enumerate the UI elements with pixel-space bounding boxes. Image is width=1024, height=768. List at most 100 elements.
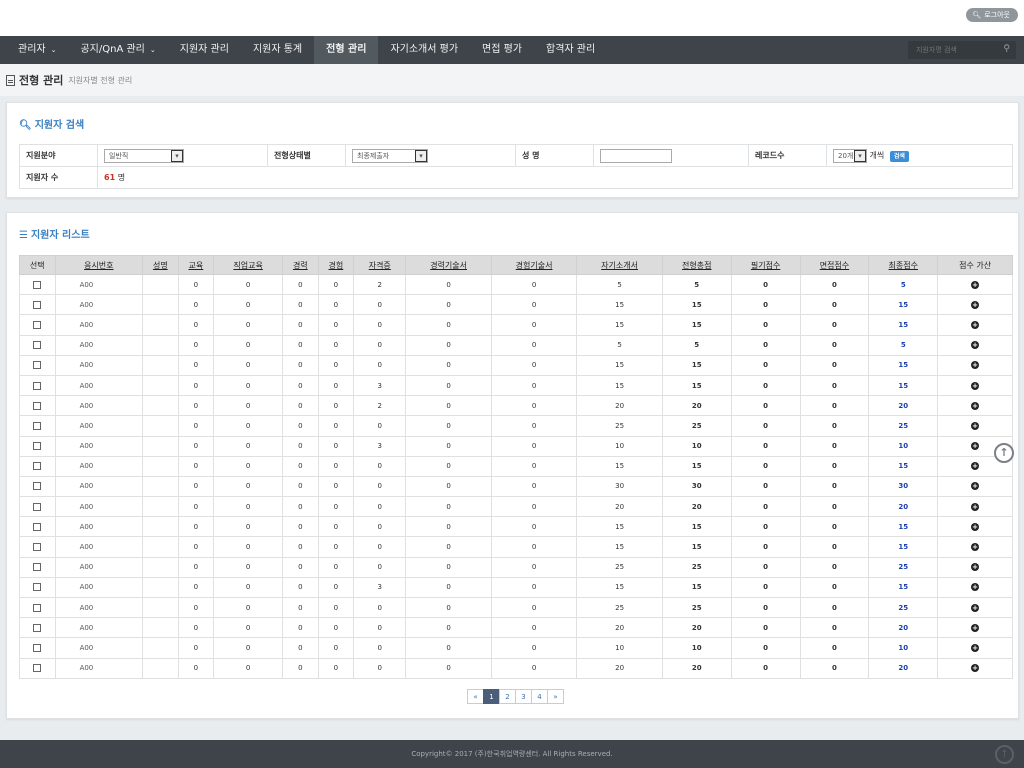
column-header[interactable]: 경력 — [282, 255, 319, 275]
applicant-name[interactable] — [142, 596, 179, 619]
score-written: 0 — [730, 374, 801, 397]
scroll-top-icon[interactable]: ↑ — [995, 745, 1014, 764]
column-header[interactable]: 자격증 — [353, 255, 407, 275]
page-button[interactable]: 2 — [499, 689, 516, 704]
name-input[interactable] — [600, 148, 672, 163]
row-checkbox[interactable] — [33, 563, 42, 572]
nav-item-7[interactable]: 합격자 관리 — [534, 36, 607, 64]
column-header[interactable]: 자기소개서 — [576, 255, 663, 275]
applicant-name[interactable] — [142, 395, 179, 417]
row-checkbox[interactable] — [33, 522, 42, 531]
column-header[interactable]: 면접점수 — [799, 255, 870, 275]
plus-circle-icon[interactable]: + — [971, 462, 980, 471]
applicant-name[interactable] — [142, 294, 179, 316]
row-checkbox[interactable] — [33, 280, 42, 289]
applicant-name[interactable] — [142, 496, 179, 518]
row-checkbox[interactable] — [33, 401, 42, 410]
plus-circle-icon[interactable]: + — [971, 381, 980, 390]
column-header[interactable]: 최종점수 — [868, 255, 939, 275]
applicant-name[interactable] — [142, 556, 179, 578]
column-header[interactable]: 교육 — [177, 255, 215, 275]
applicant-name[interactable] — [142, 516, 179, 538]
search-button[interactable]: 검색 — [889, 150, 909, 162]
row-checkbox[interactable] — [33, 603, 42, 612]
applicant-name[interactable] — [142, 455, 179, 477]
applicant-name[interactable] — [142, 637, 179, 659]
page-button[interactable]: 1 — [483, 689, 500, 704]
plus-circle-icon[interactable]: + — [971, 603, 980, 612]
field-select[interactable]: 일반직 ▾ — [104, 148, 184, 163]
plus-circle-icon[interactable]: + — [971, 280, 980, 289]
page-button[interactable]: » — [547, 689, 564, 704]
row-checkbox[interactable] — [33, 502, 42, 511]
row-checkbox[interactable] — [33, 381, 42, 390]
column-header[interactable]: 경험 — [317, 255, 355, 275]
search-input[interactable] — [908, 41, 1016, 59]
applicant-name[interactable] — [142, 374, 179, 397]
applicant-name[interactable] — [142, 475, 179, 498]
plus-circle-icon[interactable]: + — [971, 442, 980, 451]
applicant-name[interactable] — [142, 536, 179, 558]
row-checkbox[interactable] — [33, 320, 42, 329]
plus-circle-icon[interactable]: + — [971, 482, 980, 491]
scroll-top-icon[interactable]: ↑ — [994, 443, 1014, 463]
applicant-name[interactable] — [142, 617, 179, 639]
records-select[interactable]: 20개 ▾ — [833, 148, 867, 163]
column-header[interactable]: 경력기술서 — [405, 255, 492, 275]
plus-circle-icon[interactable]: + — [971, 341, 980, 350]
plus-circle-icon[interactable]: + — [971, 502, 980, 511]
nav-item-1[interactable]: 공지/QnA 관리 ⌄ — [68, 36, 167, 64]
page-button[interactable]: 4 — [531, 689, 548, 704]
row-checkbox[interactable] — [33, 643, 42, 652]
applicant-name[interactable] — [142, 334, 179, 356]
column-header[interactable]: 전형총점 — [661, 255, 732, 275]
table-row: A00 0 0 0 0 0 0 0 30 30 0 0 30 + — [19, 475, 1013, 498]
applicant-name[interactable] — [142, 657, 179, 679]
nav-item-2[interactable]: 지원자 관리 — [168, 36, 241, 64]
applicant-name[interactable] — [142, 354, 179, 376]
row-checkbox[interactable] — [33, 341, 42, 350]
plus-circle-icon[interactable]: + — [971, 522, 980, 531]
nav-item-6[interactable]: 면접 평가 — [470, 36, 534, 64]
column-header[interactable]: 경험기술서 — [490, 255, 578, 275]
plus-circle-icon[interactable]: + — [971, 300, 980, 309]
applicant-name[interactable] — [142, 314, 179, 336]
page-button[interactable]: 3 — [515, 689, 532, 704]
plus-circle-icon[interactable]: + — [971, 421, 980, 430]
status-select[interactable]: 최종제출자 ▾ — [352, 148, 428, 163]
page-button[interactable]: « — [467, 689, 484, 704]
plus-circle-icon[interactable]: + — [971, 543, 980, 552]
row-checkbox[interactable] — [33, 482, 42, 491]
row-checkbox[interactable] — [33, 583, 42, 592]
plus-circle-icon[interactable]: + — [971, 361, 980, 370]
applicant-name[interactable] — [142, 415, 179, 437]
applicant-name[interactable] — [142, 273, 179, 296]
plus-circle-icon[interactable]: + — [971, 623, 980, 632]
search-icon[interactable]: ⚲ — [1003, 44, 1010, 54]
nav-item-0[interactable]: 관리자 ⌄ — [6, 36, 68, 64]
applicant-name[interactable] — [142, 576, 179, 599]
column-header[interactable]: 성명 — [142, 255, 179, 275]
row-checkbox[interactable] — [33, 664, 42, 673]
logout-button[interactable]: 🔍︎ 로그아웃 — [966, 8, 1018, 22]
nav-item-3[interactable]: 지원자 통계 — [241, 36, 314, 64]
nav-item-4[interactable]: 전형 관리 — [314, 36, 379, 64]
row-checkbox[interactable] — [33, 543, 42, 552]
nav-item-5[interactable]: 자기소개서 평가 — [378, 36, 470, 64]
plus-circle-icon[interactable]: + — [971, 320, 980, 329]
row-checkbox[interactable] — [33, 442, 42, 451]
row-checkbox[interactable] — [33, 361, 42, 370]
applicant-name[interactable] — [142, 435, 179, 457]
column-header[interactable]: 직업교육 — [213, 255, 284, 275]
plus-circle-icon[interactable]: + — [971, 563, 980, 572]
row-checkbox[interactable] — [33, 462, 42, 471]
plus-circle-icon[interactable]: + — [971, 583, 980, 592]
plus-circle-icon[interactable]: + — [971, 664, 980, 673]
column-header[interactable]: 필기점수 — [730, 255, 801, 275]
row-checkbox[interactable] — [33, 623, 42, 632]
row-checkbox[interactable] — [33, 421, 42, 430]
plus-circle-icon[interactable]: + — [971, 401, 980, 410]
column-header[interactable]: 응시번호 — [54, 255, 144, 275]
plus-circle-icon[interactable]: + — [971, 643, 980, 652]
row-checkbox[interactable] — [33, 300, 42, 309]
